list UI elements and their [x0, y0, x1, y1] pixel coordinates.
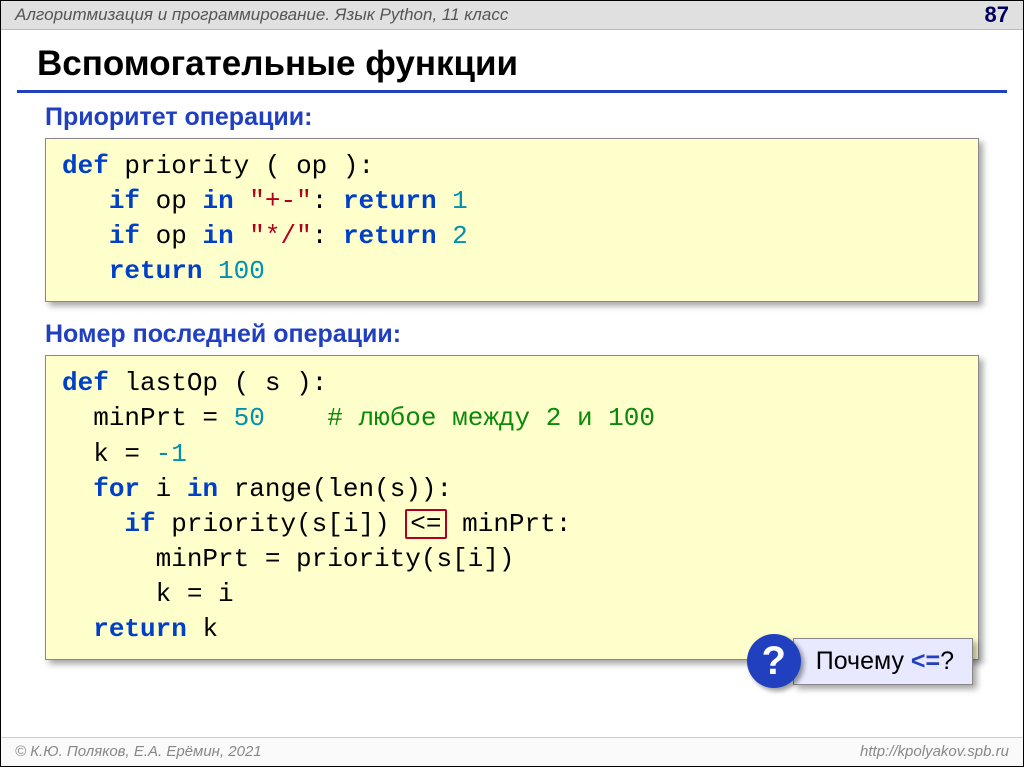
colon: :: [312, 186, 343, 216]
var: op: [156, 186, 187, 216]
code-block-lastop: def lastOp ( s ): minPrt = 50 # любое ме…: [45, 355, 979, 660]
page-title: Вспомогательные функции: [1, 30, 1023, 90]
breadcrumb: Алгоритмизация и программирование. Язык …: [15, 5, 508, 24]
kw-if: if: [109, 221, 140, 251]
page-number: 87: [985, 1, 1009, 29]
comment: # любое между 2 и 100: [327, 403, 655, 433]
copyright: © К.Ю. Поляков, Е.А. Ерёмин, 2021: [15, 743, 262, 760]
num: 50: [234, 403, 265, 433]
num: 100: [218, 256, 265, 286]
kw-return: return: [343, 221, 437, 251]
fn-name: priority: [124, 151, 249, 181]
num: -1: [156, 439, 187, 469]
kw-return: return: [93, 614, 187, 644]
kw-return: return: [343, 186, 437, 216]
question-text-end: ?: [940, 647, 954, 675]
section-heading-2: Номер последней операции:: [45, 320, 979, 349]
content: Приоритет операции: def priority ( op ):…: [1, 103, 1023, 660]
kw-in: in: [202, 186, 233, 216]
kw-if: if: [109, 186, 140, 216]
question-op: <=: [911, 647, 940, 675]
params: ( op ):: [265, 151, 374, 181]
str: "*/": [249, 221, 311, 251]
kw-in: in: [202, 221, 233, 251]
question-box: Почему <=?: [793, 638, 973, 685]
str: "+-": [249, 186, 311, 216]
params: ( s ):: [234, 368, 328, 398]
num: 2: [452, 221, 468, 251]
kw-def: def: [62, 151, 109, 181]
footer: © К.Ю. Поляков, Е.А. Ерёмин, 2021 http:/…: [1, 737, 1023, 766]
title-rule: [17, 90, 1007, 93]
stmt: k = i: [156, 579, 234, 609]
kw-if: if: [124, 509, 155, 539]
highlighted-operator: <=: [405, 509, 446, 539]
slide: Алгоритмизация и программирование. Язык …: [0, 0, 1024, 767]
var: i: [156, 474, 172, 504]
stmt: k =: [93, 439, 140, 469]
expr: minPrt:: [462, 509, 571, 539]
call: range(len(s)):: [234, 474, 452, 504]
stmt: minPrt =: [93, 403, 218, 433]
colon: :: [312, 221, 343, 251]
question-text: Почему: [816, 647, 911, 675]
var: k: [202, 614, 218, 644]
var: op: [156, 221, 187, 251]
top-bar: Алгоритмизация и программирование. Язык …: [1, 1, 1023, 30]
kw-for: for: [93, 474, 140, 504]
section-heading-1: Приоритет операции:: [45, 103, 979, 132]
num: 1: [452, 186, 468, 216]
code-block-priority: def priority ( op ): if op in "+-": retu…: [45, 138, 979, 302]
question-mark-icon: ?: [747, 634, 801, 688]
kw-in: in: [187, 474, 218, 504]
footer-url: http://kpolyakov.spb.ru: [860, 738, 1009, 766]
kw-def: def: [62, 368, 109, 398]
stmt: minPrt = priority(s[i]): [156, 544, 515, 574]
call: priority(s[i]): [171, 509, 389, 539]
question-callout: ? Почему <=?: [747, 634, 973, 688]
kw-return: return: [109, 256, 203, 286]
fn-name: lastOp: [124, 368, 218, 398]
